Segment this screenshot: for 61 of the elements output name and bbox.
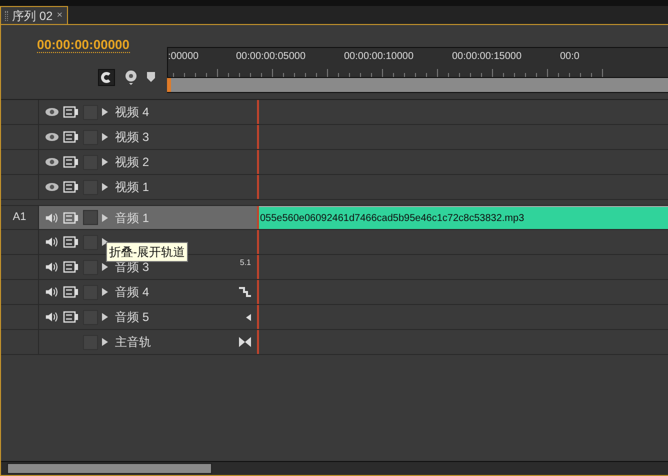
track-name: 音频 3: [115, 259, 150, 276]
sequence-tab[interactable]: 序列 02 ×: [0, 6, 68, 24]
eye-icon[interactable]: [45, 157, 59, 167]
ruler-label: 00:00:00:05000: [236, 50, 307, 64]
expand-triangle-icon[interactable]: [102, 263, 108, 271]
track-name: 主音轨: [115, 334, 151, 351]
speaker-icon[interactable]: [45, 236, 59, 248]
track-name: 视频 4: [115, 104, 150, 121]
expand-triangle-icon[interactable]: [102, 338, 108, 346]
ruler-label: 00:00:00:10000: [344, 50, 415, 64]
snap-icon[interactable]: [98, 68, 115, 86]
tooltip: 折叠-展开轨道: [106, 242, 188, 262]
ruler-label: 00:00:00:15000: [452, 50, 523, 64]
track-output-icon[interactable]: [63, 212, 79, 224]
tab-title: 序列 02: [12, 8, 53, 24]
speaker-icon[interactable]: [45, 286, 59, 298]
timecode[interactable]: 00:00:00:00000: [37, 37, 130, 53]
track-name: 视频 2: [115, 154, 150, 171]
track-output-icon[interactable]: [63, 286, 79, 298]
time-ruler[interactable]: :00000 00:00:00:05000 00:00:00:10000 00:00:00:15000 00:0: [167, 47, 668, 77]
expand-triangle-icon[interactable]: [102, 183, 108, 191]
bowtie-icon: [239, 337, 251, 347]
track-output-icon[interactable]: [63, 131, 79, 143]
expand-triangle-icon[interactable]: [102, 238, 108, 246]
stereo-channel-icon: [239, 286, 251, 298]
marker-target-icon[interactable]: [125, 70, 137, 84]
track-name: 音频 4: [115, 284, 150, 301]
track-output-icon[interactable]: [63, 261, 79, 273]
track-output-icon[interactable]: [63, 106, 79, 118]
clip-name: 055e560e06092461d7466cad5b95e46c1c72c8c53832.mp3: [260, 212, 524, 226]
track-name: 音频 5: [115, 309, 150, 326]
eye-icon[interactable]: [45, 107, 59, 117]
speaker-icon[interactable]: [45, 212, 59, 224]
track-target-label[interactable]: A1: [12, 209, 26, 226]
lock-toggle[interactable]: [83, 210, 98, 225]
audio-clip[interactable]: 055e560e06092461d7466cad5b95e46c1c72c8c53832.mp3: [259, 206, 668, 229]
expand-triangle-icon[interactable]: [102, 108, 108, 116]
expand-triangle-icon[interactable]: [102, 288, 108, 296]
track-output-icon[interactable]: [63, 311, 79, 323]
track-output-icon[interactable]: [63, 181, 79, 193]
scrollbar-thumb[interactable]: [7, 463, 212, 474]
eye-icon[interactable]: [45, 182, 59, 192]
track-name: 视频 1: [115, 179, 150, 196]
eye-icon[interactable]: [45, 132, 59, 142]
ruler-label: :00000: [168, 50, 200, 64]
marker-icon[interactable]: [147, 72, 155, 82]
track-output-icon[interactable]: [63, 236, 79, 248]
track-output-icon[interactable]: [63, 156, 79, 168]
track-header[interactable]: 音频 1: [39, 206, 257, 229]
expand-triangle-icon[interactable]: [102, 313, 108, 321]
expand-triangle-icon[interactable]: [102, 158, 108, 166]
speaker-icon[interactable]: [45, 261, 59, 273]
expand-triangle-icon[interactable]: [102, 133, 108, 141]
close-icon[interactable]: ×: [56, 8, 63, 23]
speaker-icon[interactable]: [45, 311, 59, 323]
track-name: 音频 1: [115, 210, 150, 226]
channel-label: 5.1: [240, 257, 251, 269]
playhead-handle[interactable]: [167, 78, 171, 92]
mono-channel-icon: [246, 314, 251, 320]
ruler-label: 00:0: [560, 50, 580, 64]
track-name: 视频 3: [115, 129, 150, 146]
